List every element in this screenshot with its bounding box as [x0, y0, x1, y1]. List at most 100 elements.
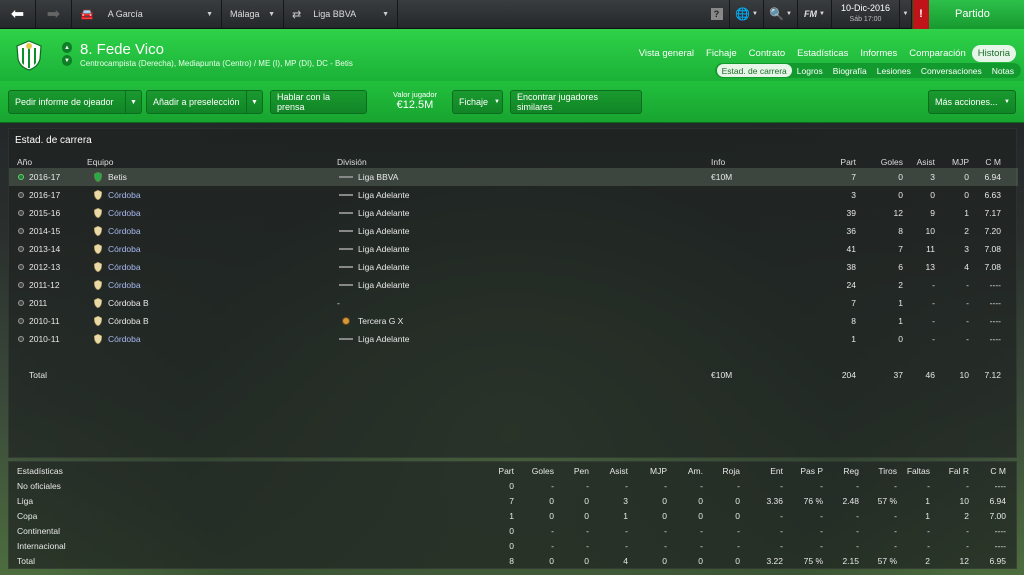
total-assists: 46 [925, 370, 935, 380]
tab-contract[interactable]: Contrato [743, 45, 791, 62]
stats-col-header[interactable]: Fal R [943, 464, 969, 479]
more-actions-button[interactable]: Más acciones... ▼ [928, 90, 1016, 114]
stats-col-header[interactable]: C M [980, 464, 1006, 479]
row-radio[interactable] [18, 336, 24, 342]
transfer-button[interactable]: Fichaje ▼ [452, 90, 503, 114]
row-radio[interactable] [18, 264, 24, 270]
similar-players-button[interactable]: Encontrar jugadores similares [510, 90, 642, 114]
stats-col-header[interactable]: Pen [563, 464, 589, 479]
stats-cell: 0 [549, 496, 554, 506]
player-switcher[interactable]: ▲ ▼ [62, 42, 72, 66]
game-date[interactable]: 10-Dic-2016 Sáb 17:00 [832, 0, 900, 29]
value-amount: €12.5M [396, 99, 434, 111]
tab-reports[interactable]: Informes [854, 45, 903, 62]
row-radio[interactable] [18, 300, 24, 306]
stats-col-header[interactable]: Tiros [867, 464, 897, 479]
club-badge-icon [94, 262, 102, 272]
table-row[interactable]: 2015-16 Córdoba Liga Adelante 39 12 9 1 7.17 [9, 204, 1018, 222]
team-cell[interactable]: Córdoba [108, 258, 141, 276]
press-button[interactable]: Hablar con la prensa [270, 90, 367, 114]
table-row[interactable]: 2011-12 Córdoba Liga Adelante 24 2- - ---- [9, 276, 1018, 294]
table-row[interactable]: 2011 Córdoba B -7 1- - ---- [9, 294, 1018, 312]
help-button[interactable]: ? [704, 0, 730, 29]
stats-cell: 1 [509, 511, 514, 521]
tab-comparison[interactable]: Comparación [903, 45, 972, 62]
date-menu[interactable]: ▼ [900, 0, 912, 29]
back-button[interactable]: ⬅ [0, 0, 36, 29]
tab-history[interactable]: Historia [971, 45, 1016, 62]
club-menu[interactable]: Málaga ▼ [222, 0, 284, 29]
team-cell[interactable]: Córdoba [108, 222, 141, 240]
team-cell[interactable]: Córdoba [108, 276, 141, 294]
subtab-achievements[interactable]: Logros [792, 64, 828, 77]
subtab-career-stats[interactable]: Estad. de carrera [716, 64, 792, 77]
fm-menu[interactable]: FM ▼ [798, 0, 832, 29]
stats-cell: - [780, 511, 783, 521]
scout-report-button[interactable]: Pedir informe de ojeador ▼ [8, 90, 142, 114]
year-cell: 2013-14 [29, 244, 61, 254]
row-radio[interactable] [18, 174, 24, 180]
stats-cell: - [927, 541, 930, 551]
division-cell: - [337, 298, 340, 308]
club-badge-icon [94, 190, 102, 200]
stats-col-header[interactable]: MJP [639, 464, 667, 479]
continue-button[interactable]: ! Partido [912, 0, 1024, 29]
stats-cell: 1 [925, 511, 930, 521]
stats-col-header[interactable]: Pas P [791, 464, 823, 479]
chevron-down-icon[interactable]: ▼ [62, 55, 72, 66]
arrow-right-icon: ➡ [46, 6, 61, 23]
table-row[interactable]: 2013-14 Córdoba Liga Adelante 41 7 11 3 7.08 [9, 240, 1018, 258]
manager-menu[interactable]: 🚘 A García ▼ [72, 0, 222, 29]
table-row[interactable]: 2010-11 Córdoba Liga Adelante 1 0- - ---- [9, 330, 1018, 348]
forward-button[interactable]: ➡ [36, 0, 72, 29]
subtab-biography[interactable]: Biografía [828, 64, 872, 77]
table-row[interactable]: 2016-17 Betis Liga BBVA €10M 7 0 3 0 6.94 [9, 168, 1018, 186]
stats-cell: - [664, 541, 667, 551]
team-cell[interactable]: Córdoba [108, 186, 141, 204]
chevron-up-icon[interactable]: ▲ [62, 42, 72, 53]
tab-stats[interactable]: Estadísticas [791, 45, 854, 62]
subtab-notes[interactable]: Notas [987, 64, 1019, 77]
competition-menu[interactable]: ⇄ Liga BBVA ▼ [284, 0, 398, 29]
apps-cell: 24 [846, 280, 856, 290]
stats-col-header[interactable]: Am. [677, 464, 703, 479]
row-radio[interactable] [18, 210, 24, 216]
stats-cell: - [894, 526, 897, 536]
stats-col-header[interactable]: Goles [520, 464, 554, 479]
search-menu[interactable]: 🔍 ▼ [764, 0, 798, 29]
competition-logo-icon [339, 230, 353, 232]
stats-col-header[interactable]: Asist [598, 464, 628, 479]
stats-col-header[interactable]: Reg [829, 464, 859, 479]
tab-overview[interactable]: Vista general [633, 45, 700, 62]
stats-col-header[interactable]: Ent [749, 464, 783, 479]
row-radio[interactable] [18, 246, 24, 252]
team-cell[interactable]: Córdoba [108, 330, 141, 348]
row-radio[interactable] [18, 318, 24, 324]
division-cell: Liga Adelante [358, 262, 410, 272]
team-cell[interactable]: Córdoba [108, 204, 141, 222]
shortlist-button[interactable]: Añadir a preselección ▼ [146, 90, 263, 114]
stats-col-header[interactable]: Roja [712, 464, 740, 479]
stats-col-header[interactable]: Part [486, 464, 514, 479]
team-cell[interactable]: Córdoba [108, 240, 141, 258]
table-row[interactable]: 2012-13 Córdoba Liga Adelante 38 6 13 4 7.08 [9, 258, 1018, 276]
subtab-injuries[interactable]: Lesiones [872, 64, 916, 77]
table-row[interactable]: 2010-11 Córdoba B Tercera G X 8 1- - ---- [9, 312, 1018, 330]
stats-col-header[interactable]: Faltas [902, 464, 930, 479]
row-radio[interactable] [18, 228, 24, 234]
chevron-down-icon[interactable]: ▼ [246, 91, 262, 113]
year-cell: 2014-15 [29, 226, 61, 236]
tab-transfer[interactable]: Fichaje [700, 45, 743, 62]
world-menu[interactable]: 🌐 ▼ [730, 0, 764, 29]
stats-cell: 2.48 [842, 496, 859, 506]
subtab-conversations[interactable]: Conversaciones [916, 64, 987, 77]
row-radio[interactable] [18, 282, 24, 288]
table-row[interactable]: 2016-17 Córdoba Liga Adelante 3 0 0 0 6.63 [9, 186, 1018, 204]
table-row[interactable]: 2014-15 Córdoba Liga Adelante 36 8 10 2 7.20 [9, 222, 1018, 240]
chevron-down-icon[interactable]: ▼ [125, 91, 141, 113]
row-radio[interactable] [18, 192, 24, 198]
assists-cell: 13 [925, 262, 935, 272]
mom-cell: 4 [964, 262, 969, 272]
stats-cell: - [966, 526, 969, 536]
stats-cell: 0 [584, 496, 589, 506]
